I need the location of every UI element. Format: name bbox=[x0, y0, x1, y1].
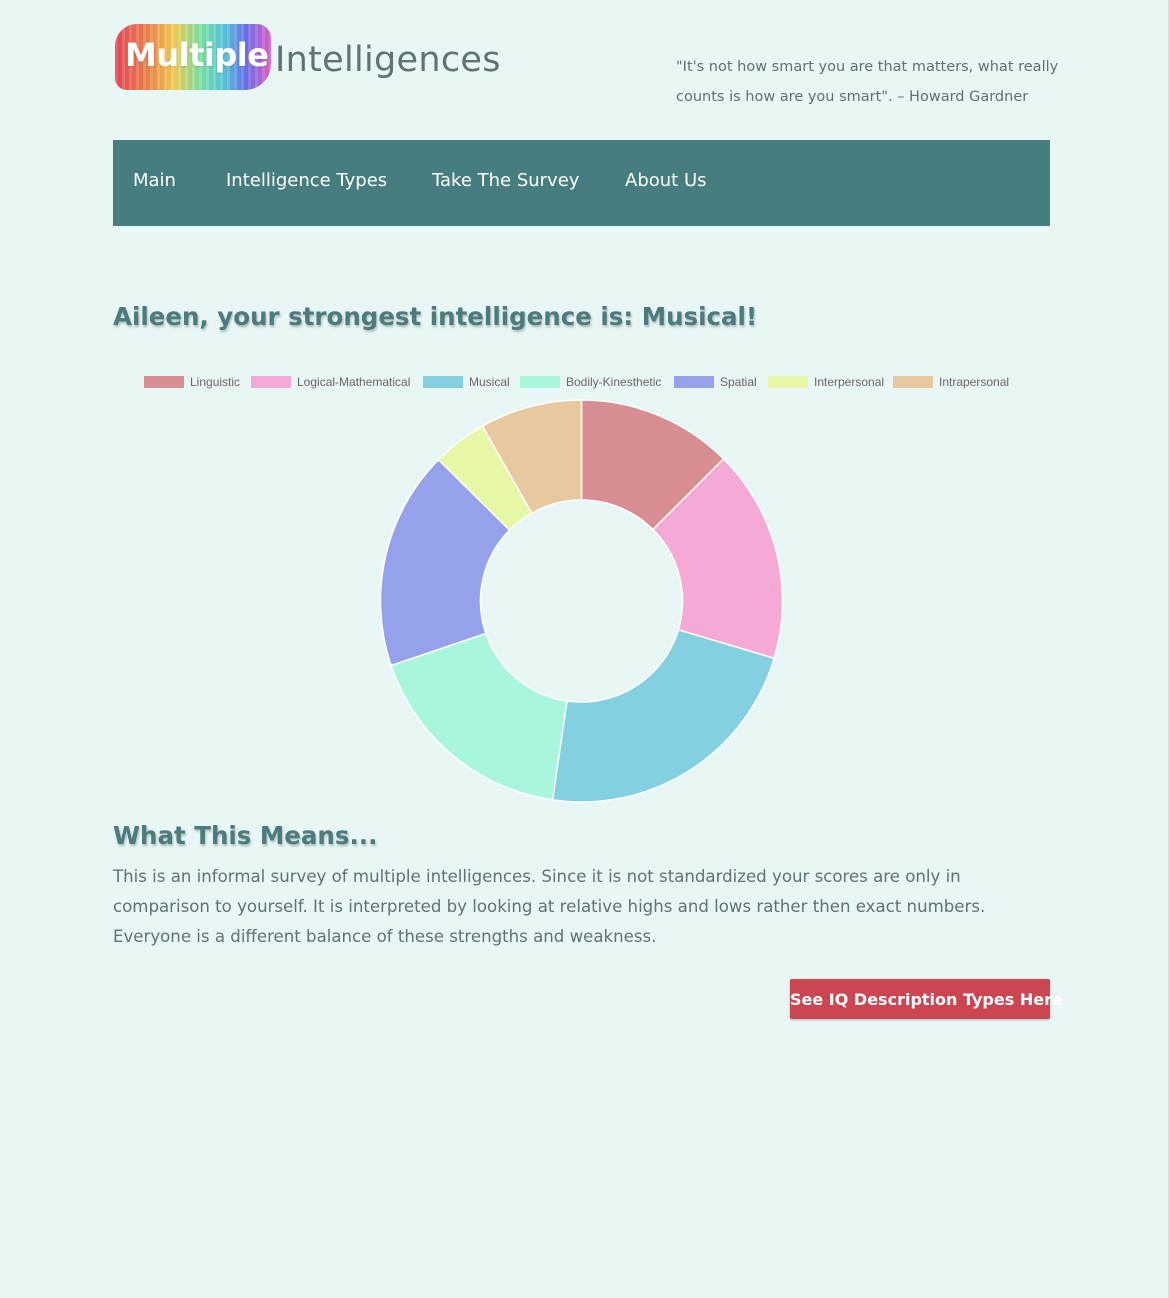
legend-swatch bbox=[768, 376, 808, 388]
legend-label: Intrapersonal bbox=[939, 375, 1010, 389]
legend-swatch bbox=[893, 376, 933, 388]
result-heading: Aileen, your strongest intelligence is: … bbox=[113, 302, 758, 331]
legend-swatch bbox=[144, 376, 184, 388]
legend-label: Interpersonal bbox=[814, 375, 885, 389]
slice-musical[interactable] bbox=[551, 628, 776, 803]
legend-swatch bbox=[520, 376, 560, 388]
what-this-means-heading: What This Means... bbox=[113, 821, 378, 850]
site-logo[interactable]: Multiple Intelligences bbox=[113, 22, 500, 92]
nav-item-main[interactable]: Main bbox=[133, 170, 176, 191]
legend-swatch bbox=[423, 376, 463, 388]
legend-label: Spatial bbox=[720, 375, 757, 389]
chart-legend: Linguistic Logical-Mathematical Musical Bod… bbox=[113, 374, 1050, 390]
legend-swatch bbox=[251, 376, 291, 388]
nav-item-about-us[interactable]: About Us bbox=[625, 170, 707, 191]
main-nav: Main Intelligence Types Take The Survey … bbox=[113, 140, 1050, 226]
legend-label: Musical bbox=[469, 375, 510, 389]
see-iq-description-types-button[interactable]: See IQ Description Types Here bbox=[790, 979, 1063, 1019]
nav-item-take-the-survey[interactable]: Take The Survey bbox=[432, 170, 579, 191]
what-this-means-text: This is an informal survey of multiple i… bbox=[113, 867, 986, 946]
nav-item-intelligence-types[interactable]: Intelligence Types bbox=[226, 170, 387, 191]
intelligence-doughnut-chart bbox=[379, 399, 784, 803]
slice-bodily-kinesthetic[interactable] bbox=[390, 632, 568, 801]
logo-word-intelligences: Intelligences bbox=[275, 40, 501, 80]
legend-label: Logical-Mathematical bbox=[297, 375, 411, 389]
header-quote: "It's not how smart you are that matters… bbox=[676, 59, 1059, 105]
legend-swatch bbox=[674, 376, 714, 388]
legend-label: Bodily-Kinesthetic bbox=[566, 375, 662, 389]
legend-label: Linguistic bbox=[190, 375, 241, 389]
logo-word-multiple: Multiple bbox=[125, 36, 269, 74]
